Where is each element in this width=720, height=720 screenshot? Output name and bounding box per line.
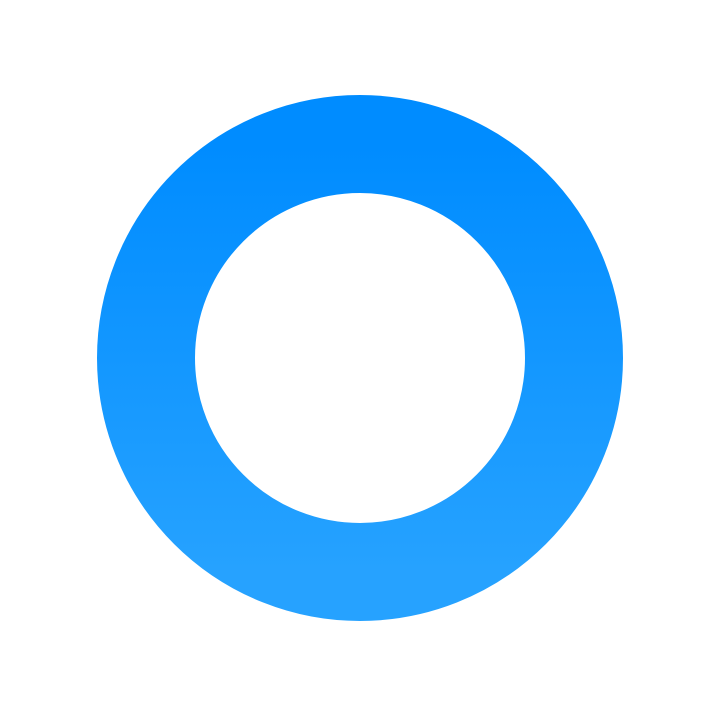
ring-icon (97, 95, 623, 621)
ring-stroke (97, 95, 623, 621)
icon-canvas (0, 0, 720, 720)
